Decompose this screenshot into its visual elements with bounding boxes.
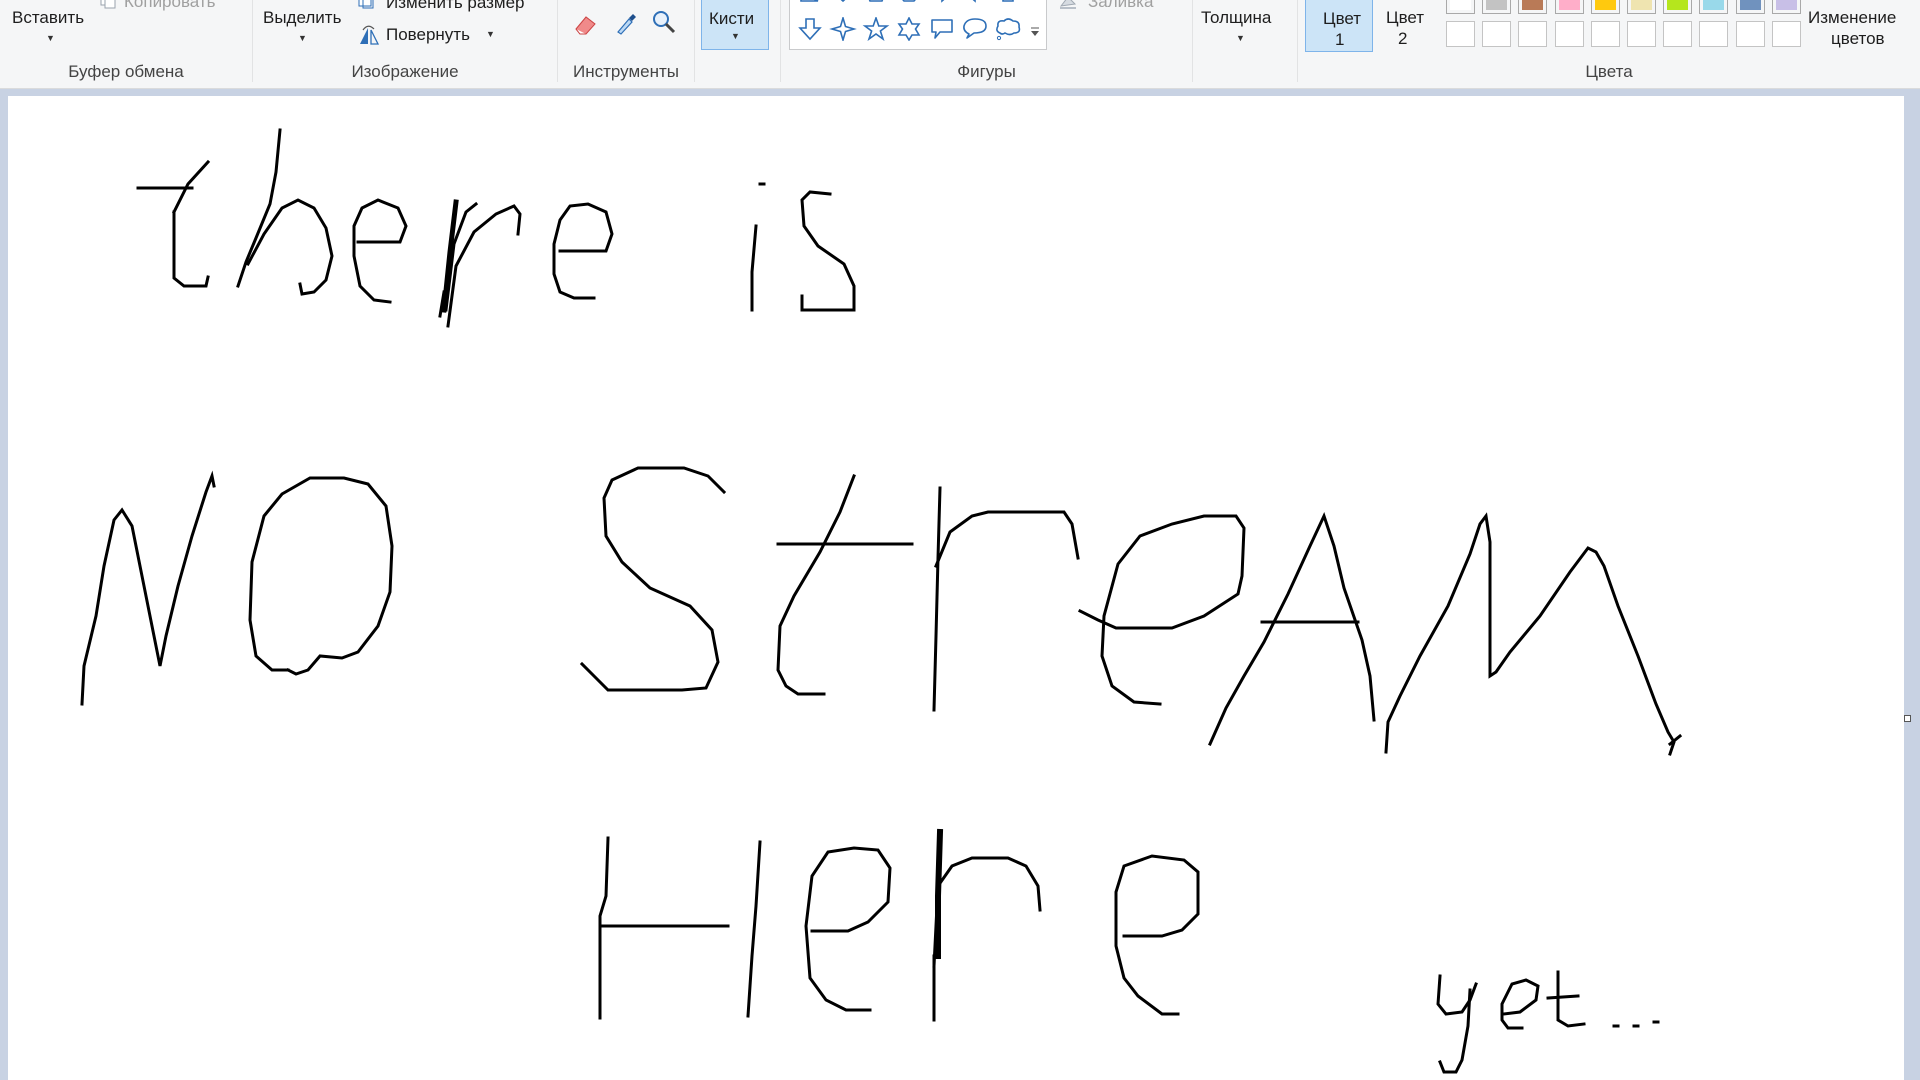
palette-color-fill xyxy=(1703,0,1725,10)
custom-color-slot[interactable] xyxy=(1446,21,1475,47)
palette-color-swatch[interactable] xyxy=(1627,0,1656,14)
left-arrow-icon[interactable] xyxy=(961,0,989,15)
handwriting-line-2 xyxy=(80,466,1683,756)
image-group: Выделить ▼ Изменить размер Повернуть ▼ И… xyxy=(253,0,557,88)
handwritten-drawing xyxy=(80,128,1683,1074)
brushes-dropdown-caret: ▼ xyxy=(731,31,740,41)
handwriting-line-3 xyxy=(598,828,1200,1022)
palette-color-fill xyxy=(1486,0,1508,10)
custom-color-slot[interactable] xyxy=(1554,21,1584,47)
palette-color-swatch[interactable] xyxy=(1735,0,1765,14)
group-separator xyxy=(694,0,695,82)
size-dropdown-caret[interactable]: ▼ xyxy=(1236,33,1245,43)
brushes-label: Кисти xyxy=(709,9,755,28)
up-arrow-icon[interactable] xyxy=(994,0,1022,15)
palette-color-swatch[interactable] xyxy=(1699,0,1729,14)
tools-group-label: Инструменты xyxy=(572,62,679,81)
magnifier-icon[interactable] xyxy=(650,8,678,36)
custom-color-slot[interactable] xyxy=(1627,21,1656,47)
five-point-star-icon[interactable] xyxy=(862,17,890,41)
copy-button[interactable]: Копировать xyxy=(124,0,216,12)
custom-color-slot[interactable] xyxy=(1735,21,1765,47)
rotate-button[interactable]: Повернуть xyxy=(386,25,470,45)
ribbon: Вставить ▼ Копировать Буфер обмена Выдел… xyxy=(0,0,1920,89)
hexagon-icon[interactable] xyxy=(895,0,923,15)
custom-color-slot[interactable] xyxy=(1771,21,1801,47)
color1-label: Цвет xyxy=(1323,9,1362,28)
color1-button[interactable]: Цвет 1 xyxy=(1305,0,1373,52)
brushes-button[interactable]: Кисти ▼ xyxy=(701,0,769,50)
canvas-workspace xyxy=(0,89,1920,1080)
palette-color-fill xyxy=(1594,0,1616,10)
fill-button[interactable]: Заливка xyxy=(1088,0,1153,12)
paste-dropdown-caret[interactable]: ▼ xyxy=(46,33,55,43)
palette-color-swatch[interactable] xyxy=(1590,0,1620,14)
diamond-icon[interactable] xyxy=(829,0,857,15)
handwriting-line-4 xyxy=(1436,970,1660,1074)
eraser-icon[interactable] xyxy=(572,10,600,38)
color-picker-icon[interactable] xyxy=(612,8,640,36)
clipboard-group-label: Буфер обмена xyxy=(68,62,184,81)
palette-color-fill xyxy=(1522,0,1544,10)
select-dropdown-caret[interactable]: ▼ xyxy=(298,33,307,43)
four-point-star-icon[interactable] xyxy=(829,17,857,41)
rotate-dropdown-caret[interactable]: ▼ xyxy=(486,29,495,39)
palette-color-swatch[interactable] xyxy=(1771,0,1801,14)
group-separator xyxy=(1192,0,1193,82)
cloud-callout-icon[interactable] xyxy=(994,17,1022,41)
custom-color-slot[interactable] xyxy=(1518,21,1548,47)
custom-color-slot[interactable] xyxy=(1482,21,1512,47)
copy-icon xyxy=(100,0,116,9)
palette-color-swatch[interactable] xyxy=(1518,0,1548,14)
fill-icon xyxy=(1059,0,1077,9)
resize-button[interactable]: Изменить размер xyxy=(386,0,525,13)
palette-color-swatch[interactable] xyxy=(1663,0,1693,14)
palette-color-fill xyxy=(1450,0,1471,10)
color1-number: 1 xyxy=(1335,30,1345,49)
paste-button[interactable]: Вставить xyxy=(12,8,84,28)
palette-color-swatch[interactable] xyxy=(1554,0,1584,14)
palette-color-fill xyxy=(1558,0,1580,10)
shapes-more-icon[interactable] xyxy=(1028,25,1042,39)
edit-colors-label-line2: цветов xyxy=(1831,29,1885,48)
color2-label: Цвет xyxy=(1386,8,1425,27)
canvas-resize-handle[interactable] xyxy=(1904,715,1911,722)
shapes-group-label: Фигуры xyxy=(957,62,1016,81)
rect-callout-icon[interactable] xyxy=(928,17,956,41)
oval-callout-icon[interactable] xyxy=(961,17,989,41)
palette-color-swatch[interactable] xyxy=(1446,0,1475,14)
palette-color-fill xyxy=(1739,0,1761,10)
palette-color-fill xyxy=(1775,0,1797,10)
custom-color-slot[interactable] xyxy=(1663,21,1693,47)
palette-color-fill xyxy=(1667,0,1689,10)
resize-icon xyxy=(358,0,374,9)
shapes-gallery xyxy=(789,0,1047,50)
right-arrow-icon[interactable] xyxy=(928,0,956,15)
custom-color-slot[interactable] xyxy=(1590,21,1620,47)
palette-color-swatch[interactable] xyxy=(1482,0,1512,14)
pentagon-icon[interactable] xyxy=(862,0,890,15)
select-button[interactable]: Выделить xyxy=(263,8,341,28)
six-point-star-icon[interactable] xyxy=(895,17,923,41)
size-button[interactable]: Толщина xyxy=(1201,8,1271,28)
drawing-canvas[interactable] xyxy=(8,96,1904,1080)
color2-button[interactable]: Цвет 2 xyxy=(1376,0,1438,52)
custom-color-slot[interactable] xyxy=(1699,21,1729,47)
down-arrow-icon[interactable] xyxy=(796,17,824,41)
color2-number: 2 xyxy=(1398,29,1408,48)
edit-colors-button[interactable]: Изменение xyxy=(1808,8,1896,28)
colors-group-label: Цвета xyxy=(1585,62,1633,81)
tools-group: Инструменты xyxy=(558,0,694,88)
palette-color-fill xyxy=(1631,0,1652,10)
clipboard-group: Вставить ▼ Копировать Буфер обмена xyxy=(0,0,252,88)
image-group-label: Изображение xyxy=(351,62,459,81)
rotate-icon xyxy=(360,25,380,45)
triangle-icon[interactable] xyxy=(796,0,824,15)
handwriting-line-1 xyxy=(136,128,856,328)
